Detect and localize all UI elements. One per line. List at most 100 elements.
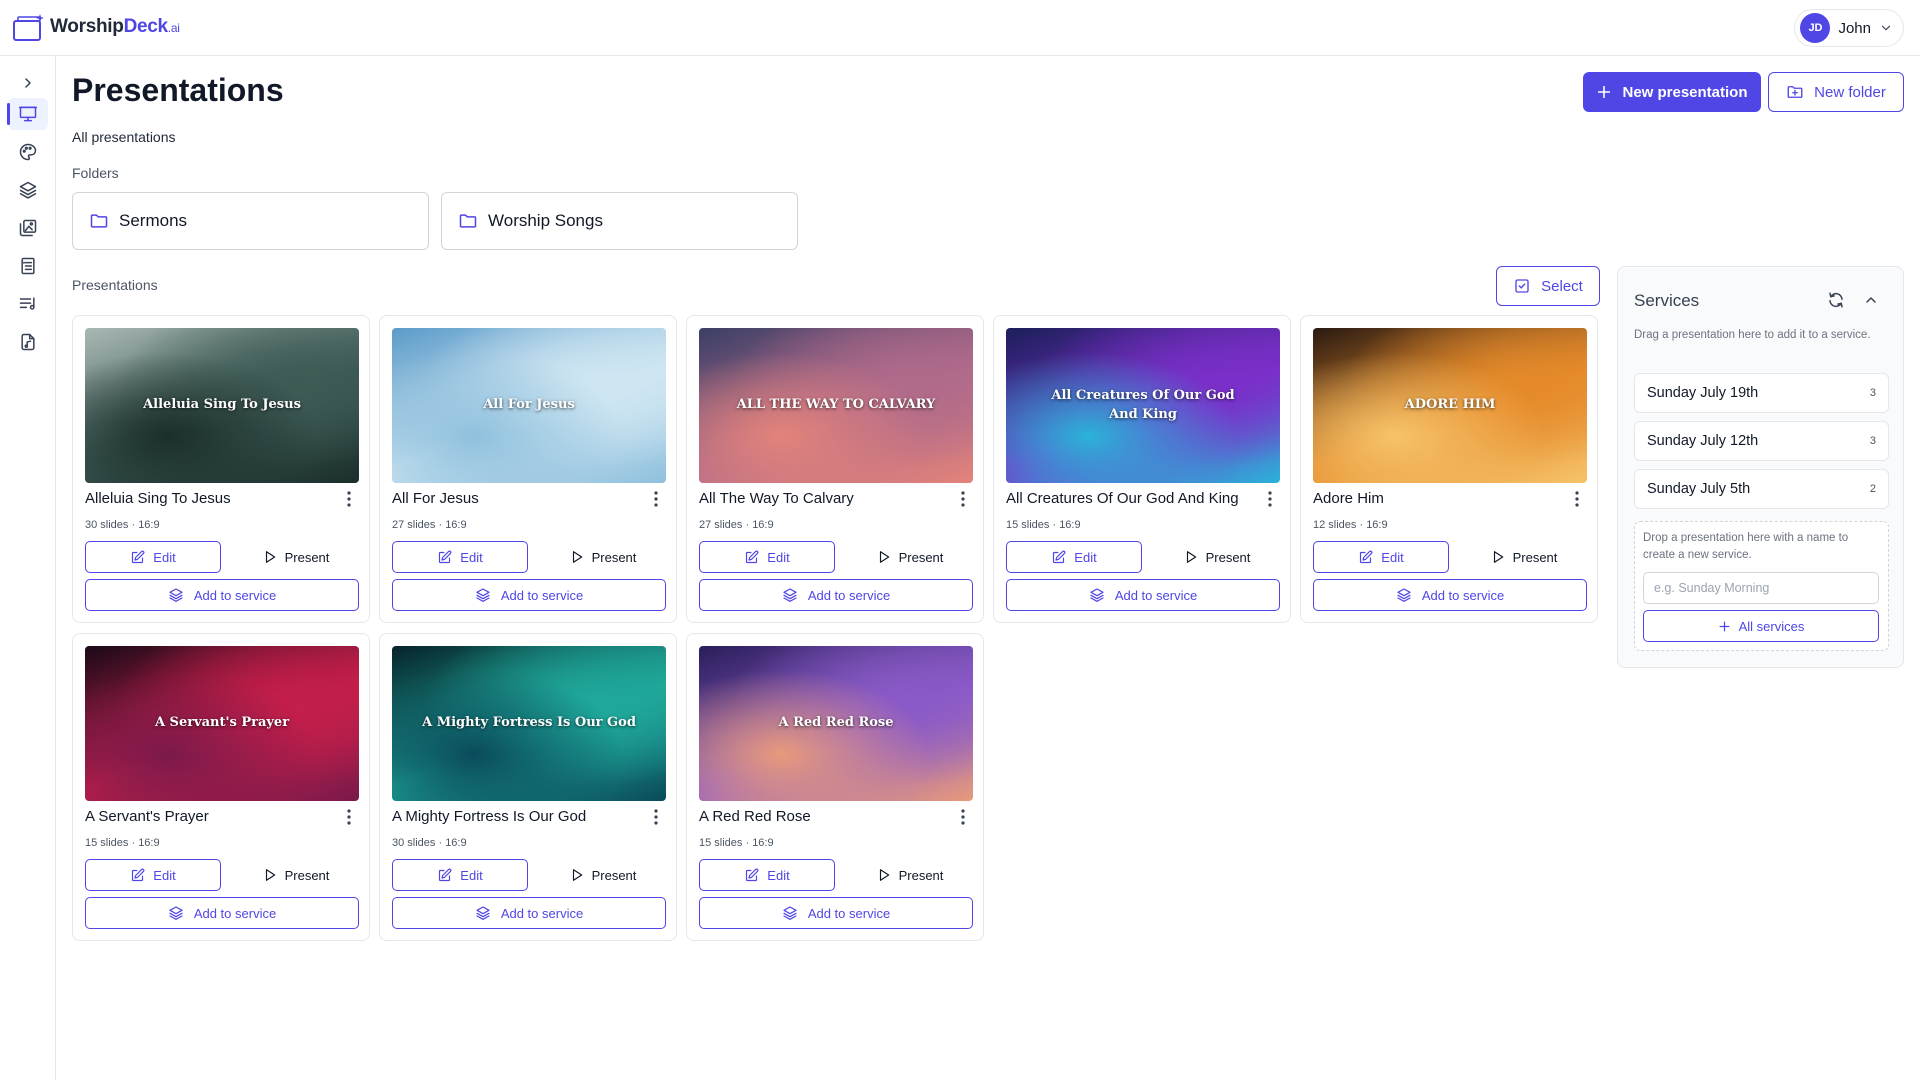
presentation-title[interactable]: A Mighty Fortress Is Our God	[392, 808, 642, 825]
presentation-meta: 27 slides · 16:9	[392, 519, 467, 531]
sidebar-item-themes[interactable]	[8, 136, 48, 168]
present-button[interactable]: Present	[540, 541, 666, 573]
sidebar-item-setlists[interactable]	[8, 288, 48, 320]
folder-worship-songs[interactable]: Worship Songs	[441, 192, 798, 250]
presentation-thumbnail[interactable]: A Red Red Rose	[699, 646, 973, 801]
presentation-thumbnail[interactable]: A Mighty Fortress Is Our God	[392, 646, 666, 801]
presentation-title[interactable]: All Creatures Of Our God And King	[1006, 490, 1256, 507]
presentation-card[interactable]: A Mighty Fortress Is Our God A Mighty For…	[379, 633, 677, 941]
presentation-card[interactable]: ADORE HIM Adore Him 12 slides · 16:9 Edit Pr…	[1300, 315, 1598, 623]
sidebar-item-presentations[interactable]	[7, 98, 48, 130]
services-panel: Services Drag a presentation here to add…	[1617, 266, 1904, 668]
more-options-button[interactable]	[341, 808, 357, 826]
presentation-meta: 27 slides · 16:9	[699, 519, 774, 531]
play-icon	[265, 869, 275, 881]
services-title: Services	[1634, 291, 1700, 310]
presentation-card[interactable]: Alleluia Sing To Jesus Alleluia Sing To J…	[72, 315, 370, 623]
edit-icon	[746, 550, 759, 563]
services-hint: Drag a presentation here to add it to a …	[1634, 329, 1871, 341]
add-to-service-label: Add to service	[807, 587, 891, 603]
breadcrumb[interactable]: All presentations	[72, 129, 176, 145]
presentation-thumbnail[interactable]: Alleluia Sing To Jesus	[85, 328, 359, 483]
edit-button[interactable]: Edit	[85, 859, 221, 891]
present-label: Present	[898, 867, 944, 883]
service-item[interactable]: Sunday July 5th 2	[1634, 469, 1889, 509]
add-to-service-button[interactable]: Add to service	[85, 579, 359, 611]
new-service-dropzone[interactable]: Drop a presentation here with a name to …	[1634, 521, 1889, 651]
more-options-button[interactable]	[955, 808, 971, 826]
user-name: John	[1838, 19, 1871, 37]
more-options-button[interactable]	[648, 808, 664, 826]
service-name: Sunday July 19th	[1647, 385, 1759, 401]
present-button[interactable]: Present	[847, 859, 973, 891]
present-button[interactable]: Present	[233, 541, 359, 573]
service-item[interactable]: Sunday July 12th 3	[1634, 421, 1889, 461]
presentation-title[interactable]: All For Jesus	[392, 490, 642, 507]
presentation-title[interactable]: A Servant's Prayer	[85, 808, 335, 825]
sidebar-item-library[interactable]	[8, 250, 48, 282]
presentation-thumbnail[interactable]: ADORE HIM	[1313, 328, 1587, 483]
logo-text: WorshipDeck.ai	[50, 16, 180, 37]
play-icon	[1186, 551, 1196, 563]
presentation-card[interactable]: ALL THE WAY TO CALVARY All The Way To Cal…	[686, 315, 984, 623]
present-button[interactable]: Present	[540, 859, 666, 891]
chevron-right-icon	[25, 78, 31, 88]
presentation-card[interactable]: A Red Red Rose A Red Red Rose 15 slides · …	[686, 633, 984, 941]
present-button[interactable]: Present	[1154, 541, 1280, 573]
edit-button[interactable]: Edit	[699, 859, 835, 891]
present-button[interactable]: Present	[1461, 541, 1587, 573]
present-button[interactable]: Present	[233, 859, 359, 891]
service-name-input[interactable]	[1643, 572, 1879, 604]
add-to-service-button[interactable]: Add to service	[699, 579, 973, 611]
presentation-meta: 15 slides · 16:9	[699, 837, 774, 849]
presentation-thumbnail[interactable]: ALL THE WAY TO CALVARY	[699, 328, 973, 483]
more-options-button[interactable]	[1262, 490, 1278, 508]
edit-button[interactable]: Edit	[1006, 541, 1142, 573]
presentation-title[interactable]: A Red Red Rose	[699, 808, 949, 825]
sidebar-item-layers[interactable]	[8, 174, 48, 206]
refresh-icon[interactable]	[1827, 291, 1845, 309]
user-menu[interactable]: JD John	[1794, 9, 1904, 47]
presentation-card[interactable]: All For Jesus All For Jesus 27 slides · 16…	[379, 315, 677, 623]
presentation-thumbnail[interactable]: A Servant's Prayer	[85, 646, 359, 801]
add-to-service-button[interactable]: Add to service	[1313, 579, 1587, 611]
presentation-title[interactable]: Alleluia Sing To Jesus	[85, 490, 335, 507]
all-services-button[interactable]: All services	[1643, 610, 1879, 642]
app-logo[interactable]: WorshipDeck.ai	[12, 12, 180, 42]
new-folder-label: New folder	[1814, 83, 1886, 101]
more-options-button[interactable]	[1569, 490, 1585, 508]
more-options-button[interactable]	[341, 490, 357, 508]
more-options-button[interactable]	[955, 490, 971, 508]
select-button[interactable]: Select	[1496, 266, 1600, 306]
more-options-button[interactable]	[648, 490, 664, 508]
edit-button[interactable]: Edit	[85, 541, 221, 573]
sidebar-item-songs[interactable]	[8, 326, 48, 358]
edit-button[interactable]: Edit	[392, 859, 528, 891]
service-item[interactable]: Sunday July 19th 3	[1634, 373, 1889, 413]
edit-button[interactable]: Edit	[1313, 541, 1449, 573]
new-presentation-button[interactable]: New presentation	[1583, 72, 1761, 112]
presentation-meta: 15 slides · 16:9	[1006, 519, 1081, 531]
edit-button[interactable]: Edit	[392, 541, 528, 573]
edit-icon	[1053, 550, 1066, 563]
add-to-service-button[interactable]: Add to service	[1006, 579, 1280, 611]
presentation-card[interactable]: All Creatures Of Our God And King All Cre…	[993, 315, 1291, 623]
presentation-icon	[18, 106, 38, 122]
presentation-title[interactable]: Adore Him	[1313, 490, 1563, 507]
chevron-up-icon[interactable]	[1863, 291, 1879, 309]
presentation-thumbnail[interactable]: All Creatures Of Our God And King	[1006, 328, 1280, 483]
add-to-service-button[interactable]: Add to service	[699, 897, 973, 929]
folder-sermons[interactable]: Sermons	[72, 192, 429, 250]
presentation-card[interactable]: A Servant's Prayer A Servant's Prayer 15 s…	[72, 633, 370, 941]
add-to-service-button[interactable]: Add to service	[85, 897, 359, 929]
add-to-service-button[interactable]: Add to service	[392, 579, 666, 611]
presentation-title[interactable]: All The Way To Calvary	[699, 490, 949, 507]
sidebar-expand-button[interactable]	[8, 67, 48, 99]
present-label: Present	[1205, 549, 1251, 565]
present-button[interactable]: Present	[847, 541, 973, 573]
add-to-service-button[interactable]: Add to service	[392, 897, 666, 929]
edit-button[interactable]: Edit	[699, 541, 835, 573]
sidebar-item-media[interactable]	[8, 212, 48, 244]
new-folder-button[interactable]: New folder	[1768, 72, 1904, 112]
presentation-thumbnail[interactable]: All For Jesus	[392, 328, 666, 483]
